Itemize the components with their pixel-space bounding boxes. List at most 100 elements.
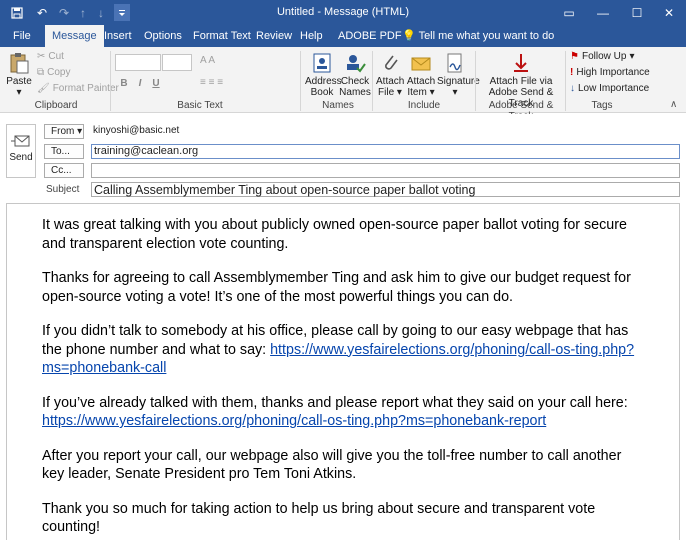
- exclamation-icon: !: [570, 67, 574, 78]
- cc-button[interactable]: Cc...: [44, 163, 84, 178]
- ribbon-divider: [110, 51, 111, 111]
- to-button[interactable]: To...: [44, 144, 84, 159]
- paste-button[interactable]: Paste ▾: [5, 51, 33, 98]
- maximize-button[interactable]: ☐: [620, 0, 654, 25]
- tab-format-text[interactable]: Format Text: [186, 25, 258, 47]
- attach-item-label: Attach Item: [406, 76, 436, 98]
- paperclip-icon: [385, 55, 398, 70]
- from-label: From: [51, 126, 75, 137]
- attach-file-label: Attach File: [376, 76, 405, 98]
- bold-button[interactable]: B: [117, 78, 131, 89]
- check-names-button[interactable]: Check Names: [339, 51, 371, 98]
- address-book-label: Address Book: [305, 76, 342, 98]
- ribbon-divider: [475, 51, 476, 111]
- signature-button[interactable]: Signature ▾: [437, 51, 480, 98]
- subject-label: Subject: [46, 184, 80, 195]
- phonebank-report-link[interactable]: https://www.yesfairelections.org/phoning…: [42, 413, 546, 429]
- low-importance-label: Low Importance: [578, 83, 650, 94]
- minimize-button[interactable]: —: [586, 0, 620, 25]
- tab-adobe-pdf[interactable]: ADOBE PDF: [331, 25, 409, 47]
- send-envelope-icon: [11, 135, 30, 147]
- cut-button[interactable]: ✂ Cut: [37, 51, 64, 62]
- format-painter-button[interactable]: 🖌 Format Painter: [37, 83, 119, 94]
- copy-icon: ⧉: [37, 67, 45, 78]
- check-names-icon: [347, 55, 366, 73]
- tab-help[interactable]: Help: [293, 25, 330, 47]
- from-value: kinyoshi@basic.net: [93, 125, 180, 136]
- message-body-text[interactable]: It was great talking with you about publ…: [42, 216, 642, 540]
- font-name-box[interactable]: [115, 54, 161, 71]
- follow-up-label: Follow Up: [581, 51, 627, 62]
- font-size-controls[interactable]: A A: [200, 55, 215, 66]
- tab-insert[interactable]: Insert: [97, 25, 139, 47]
- envelope-icon: [411, 57, 431, 71]
- clipboard-icon: [10, 53, 29, 74]
- ribbon-divider: [565, 51, 566, 111]
- tab-file[interactable]: File: [6, 25, 38, 47]
- up-arrow-icon[interactable]: ↑: [76, 4, 90, 21]
- signature-label: Signature: [437, 76, 480, 87]
- names-group-label: Names: [322, 100, 354, 111]
- address-book-icon: [313, 53, 331, 73]
- cc-field[interactable]: [91, 163, 680, 178]
- high-importance-button[interactable]: ! High Importance: [570, 67, 650, 78]
- italic-button[interactable]: I: [133, 78, 147, 89]
- attach-item-button[interactable]: Attach Item ▾: [406, 51, 436, 98]
- signature-icon: [447, 53, 462, 73]
- low-importance-button[interactable]: ↓ Low Importance: [570, 83, 649, 94]
- adobe-attach-icon: [514, 54, 528, 72]
- tab-options[interactable]: Options: [137, 25, 189, 47]
- ribbon-divider: [300, 51, 301, 111]
- body-text: If you’ve already talked with them, than…: [42, 394, 628, 411]
- high-importance-label: High Importance: [576, 67, 650, 78]
- collapse-ribbon-icon[interactable]: ∧: [670, 99, 677, 110]
- ribbon-tabs: File Message Insert Options Format Text …: [0, 25, 686, 47]
- font-size-box[interactable]: [162, 54, 192, 71]
- close-button[interactable]: ✕: [652, 0, 686, 25]
- ribbon: Paste ▾ ✂ Cut ⧉ Copy 🖌 Format Painter Clipbo…: [0, 47, 686, 122]
- check-names-label: Check Names: [339, 76, 371, 98]
- redo-icon[interactable]: ↷: [56, 4, 72, 21]
- copy-button[interactable]: ⧉ Copy: [37, 67, 71, 78]
- format-painter-label: Format Painter: [52, 83, 119, 94]
- send-button[interactable]: Send: [6, 124, 36, 178]
- tab-review[interactable]: Review: [249, 25, 299, 47]
- from-button[interactable]: From ▾: [44, 124, 84, 139]
- to-field[interactable]: training@caclean.org: [91, 144, 680, 159]
- scissors-icon: ✂: [37, 51, 46, 62]
- body-paragraph: After you report your call, our webpage …: [42, 447, 622, 483]
- lightbulb-icon: 💡: [402, 30, 416, 42]
- body-paragraph: Thanks for agreeing to call Assemblymemb…: [42, 270, 631, 305]
- message-header: Send From ▾ kinyoshi@basic.net To... tra…: [0, 114, 686, 200]
- ribbon-divider: [372, 51, 373, 111]
- paste-label: Paste: [6, 76, 32, 87]
- alignment-controls[interactable]: ≡ ≡ ≡: [200, 77, 223, 88]
- tell-me-search[interactable]: 💡 Tell me what you want to do: [402, 25, 554, 47]
- send-label: Send: [9, 152, 33, 163]
- paintbrush-icon: 🖌: [37, 83, 50, 94]
- undo-icon[interactable]: ↶: [34, 4, 50, 21]
- underline-button[interactable]: U: [149, 78, 163, 89]
- ribbon-display-options-icon[interactable]: ▭: [552, 0, 586, 25]
- subject-field[interactable]: Calling Assemblymember Ting about open-s…: [91, 182, 680, 197]
- basic-text-group-label: Basic Text: [177, 100, 223, 111]
- message-body[interactable]: It was great talking with you about publ…: [6, 203, 680, 540]
- down-arrow-icon: ↓: [570, 83, 575, 94]
- down-arrow-icon[interactable]: ↓: [94, 4, 108, 21]
- flag-icon: ⚑: [570, 51, 579, 62]
- address-book-button[interactable]: Address Book: [305, 51, 342, 98]
- tell-me-text: Tell me what you want to do: [418, 30, 555, 42]
- customize-qat-icon[interactable]: [114, 4, 130, 21]
- tab-message[interactable]: Message: [45, 25, 104, 47]
- body-paragraph: If you didn’t talk to somebody at his of…: [42, 322, 642, 378]
- body-paragraph: Thank you so much for taking action to h…: [42, 500, 596, 536]
- tags-group-label: Tags: [591, 100, 613, 111]
- follow-up-button[interactable]: ⚑ Follow Up ▾: [570, 51, 634, 62]
- save-icon[interactable]: [8, 4, 26, 21]
- title-bar: ↶ ↷ ↑ ↓ Untitled - Message (HTML) ▭ — ☐ …: [0, 0, 686, 25]
- clipboard-group-label: Clipboard: [34, 100, 78, 111]
- body-paragraph: If you’ve already talked with them, than…: [42, 394, 642, 431]
- cut-label: Cut: [48, 51, 64, 62]
- attach-file-button[interactable]: Attach File ▾: [376, 51, 404, 98]
- include-group-label: Include: [407, 100, 441, 111]
